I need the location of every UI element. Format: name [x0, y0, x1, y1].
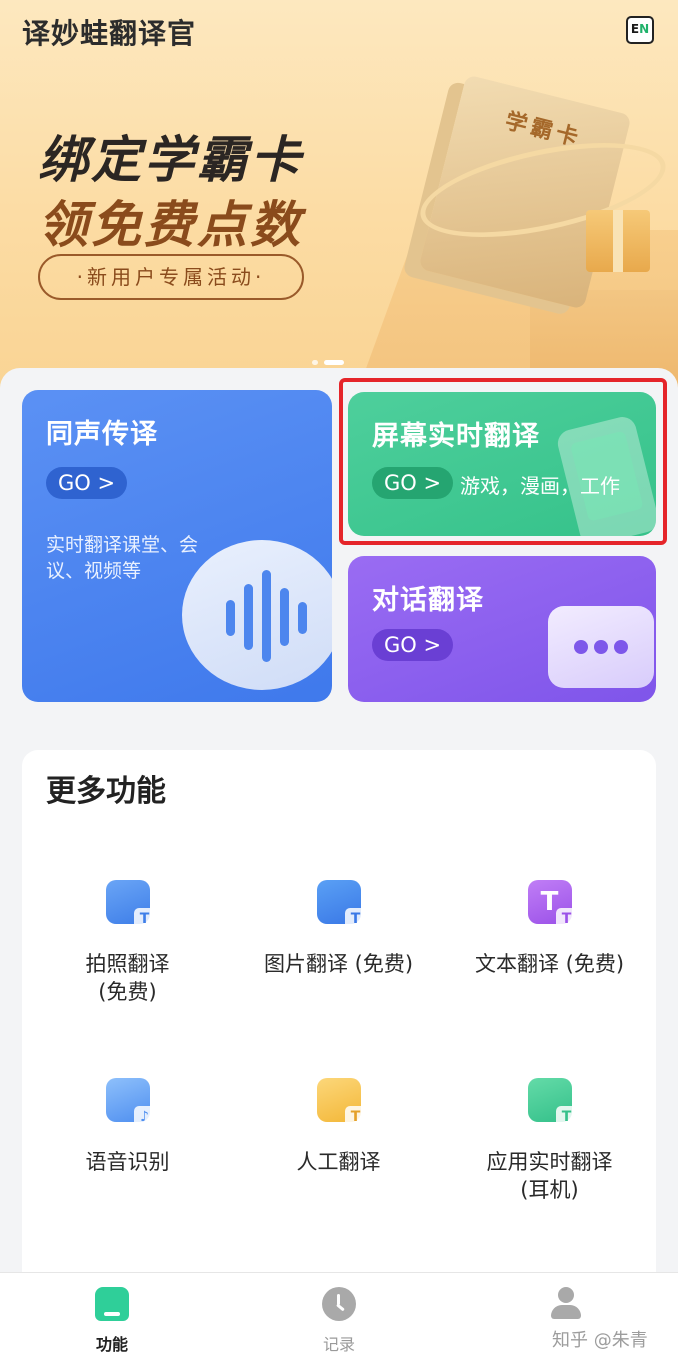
feature-label: 图片翻译 (免费)	[263, 952, 414, 976]
sound-wave-icon	[182, 540, 332, 690]
feature-label: 文本翻译 (免费)	[474, 952, 625, 976]
section-title: 更多功能	[46, 774, 166, 809]
feature-label: 应用实时翻译 (耳机)	[486, 1150, 613, 1202]
feature-label: 拍照翻译 (免费)	[85, 952, 170, 1004]
more-features-panel: 更多功能 T 拍照翻译 (免费) T 图片翻译 (免费) TT 文本翻译 (免费…	[22, 750, 656, 1310]
card-description: 实时翻译课堂、会议、视频等	[46, 534, 199, 582]
go-button[interactable]: GO >	[372, 629, 454, 661]
nav-label: 功能	[95, 1335, 128, 1354]
bottom-navigation: 功能 记录	[0, 1272, 678, 1368]
language-toggle-button[interactable]: EN	[626, 16, 654, 44]
nav-item-profile[interactable]	[506, 1287, 626, 1321]
feature-app-realtime-translate[interactable]: T 应用实时翻译 (耳机)	[444, 1078, 655, 1204]
image-translate-icon: T	[316, 880, 367, 930]
feature-label: 语音识别	[85, 1150, 170, 1174]
carousel-dot	[312, 360, 318, 365]
app-title: 译妙蛙翻译官	[22, 17, 197, 50]
feature-image-translate[interactable]: T 图片翻译 (免费)	[233, 880, 444, 978]
dialog-translation-card[interactable]: 对话翻译 GO >	[348, 556, 656, 702]
watermark: 知乎 @朱青	[552, 1330, 648, 1351]
gift-box-icon	[586, 210, 650, 272]
user-icon	[551, 1287, 581, 1321]
nav-item-records[interactable]: 记录	[279, 1287, 399, 1355]
highlight-box	[339, 378, 667, 545]
promo-activity-pill[interactable]: ·新用户专属活动·	[38, 254, 304, 300]
card-title: 对话翻译	[372, 585, 484, 616]
home-icon	[95, 1287, 129, 1321]
simultaneous-interpretation-card[interactable]: 同声传译 GO > 实时翻译课堂、会议、视频等	[22, 390, 332, 702]
camera-translate-icon: T	[105, 880, 156, 930]
nav-label: 记录	[322, 1335, 355, 1354]
promo-headline-2: 领免费点数	[38, 196, 303, 254]
go-button[interactable]: GO >	[46, 467, 128, 499]
lang-toggle-n: N	[639, 22, 650, 36]
chat-bubble-icon	[548, 606, 654, 688]
feature-human-translate[interactable]: T 人工翻译	[233, 1078, 444, 1176]
card-title: 同声传译	[46, 419, 158, 450]
promo-banner[interactable]: 学霸卡 绑定学霸卡 领免费点数 ·新用户专属活动·	[0, 0, 678, 390]
feature-photo-translate[interactable]: T 拍照翻译 (免费)	[22, 880, 233, 1006]
clock-icon	[322, 1287, 356, 1321]
feature-voice-recognition[interactable]: ♪ 语音识别	[22, 1078, 233, 1176]
voice-recognition-icon: ♪	[105, 1078, 156, 1128]
human-translate-icon: T	[316, 1078, 367, 1128]
text-translate-icon: TT	[527, 880, 578, 930]
feature-text-translate[interactable]: TT 文本翻译 (免费)	[444, 880, 655, 978]
headphone-translate-icon: T	[527, 1078, 578, 1128]
lang-toggle-e: E	[630, 22, 640, 36]
promo-headline-1: 绑定学霸卡	[38, 131, 303, 189]
carousel-dot-active	[324, 360, 344, 365]
feature-label: 人工翻译	[296, 1150, 381, 1174]
nav-item-features[interactable]: 功能	[52, 1287, 172, 1355]
